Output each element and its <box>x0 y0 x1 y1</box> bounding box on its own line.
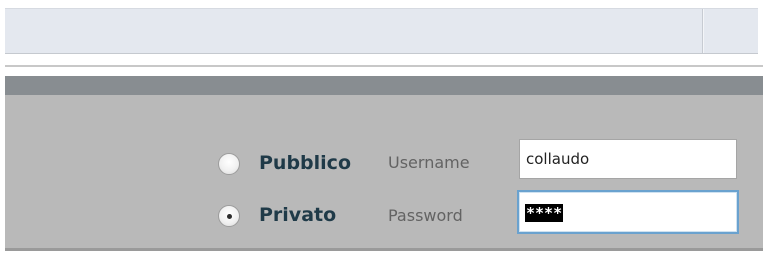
password-masked-value: **** <box>525 203 564 222</box>
panel-bottom-border <box>5 248 763 251</box>
radio-label-privato[interactable]: Privato <box>259 204 336 226</box>
username-field[interactable]: collaudo <box>519 139 737 179</box>
login-screen: Pubblico Privato Username collaudo Passw… <box>0 0 763 255</box>
username-label: Username <box>388 153 470 172</box>
radio-label-pubblico[interactable]: Pubblico <box>259 152 351 174</box>
login-header-band <box>5 76 763 95</box>
login-panel: Pubblico Privato Username collaudo Passw… <box>5 95 763 248</box>
username-value: collaudo <box>526 150 590 168</box>
top-toolbar <box>5 8 758 54</box>
password-field[interactable]: **** <box>517 190 739 234</box>
radio-pubblico[interactable] <box>218 153 240 175</box>
separator-line <box>5 65 763 67</box>
radio-selected-dot <box>227 214 232 219</box>
radio-privato[interactable] <box>218 205 240 227</box>
password-label: Password <box>388 206 463 225</box>
toolbar-divider-highlight <box>703 9 704 53</box>
